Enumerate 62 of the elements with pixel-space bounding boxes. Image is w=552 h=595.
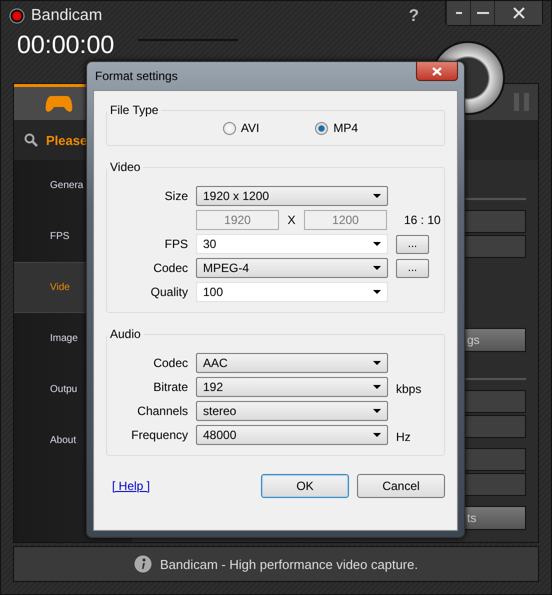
status-text: Bandicam - High performance video capture. (160, 556, 418, 572)
close-icon (432, 66, 442, 76)
dropdown-arrow-icon (373, 433, 381, 437)
dropdown-arrow-icon (373, 361, 381, 365)
info-icon (134, 555, 152, 573)
dropdown[interactable]: 48000 (196, 425, 388, 445)
group-title: File Type (109, 103, 160, 117)
mini-mode-button[interactable] (446, 1, 470, 25)
field-label: Channels (136, 404, 188, 418)
dropdown-arrow-icon (373, 409, 381, 413)
ok-button[interactable]: OK (261, 474, 349, 498)
close-icon (512, 7, 524, 19)
more-button[interactable]: ... (396, 234, 429, 254)
sidebar-item[interactable]: Outpu (50, 384, 78, 395)
field-label: Frequency (130, 428, 188, 442)
cancel-button[interactable]: Cancel (357, 474, 445, 498)
dropdown-arrow-icon (373, 385, 381, 389)
field-label: Quality (150, 285, 188, 299)
dropdown-arrow-icon (373, 266, 381, 270)
group-title: Video (109, 160, 142, 174)
gamepad-icon (45, 94, 73, 112)
help-button[interactable]: ? (408, 6, 419, 26)
dropdown-arrow-icon (373, 194, 381, 198)
sidebar-item[interactable]: FPS (50, 231, 70, 242)
dropdown[interactable]: AAC (196, 353, 388, 373)
field-label: Codec (152, 356, 188, 370)
window-title: Bandicam (31, 7, 102, 25)
radio-option[interactable]: MP4 (315, 121, 358, 135)
unit-label: Hz (396, 430, 411, 444)
dialog-title: Format settings (95, 69, 178, 83)
dash-icon (456, 11, 462, 15)
field-label: Size (164, 189, 188, 203)
field-label: FPS (164, 237, 188, 251)
dropdown[interactable]: 192 (196, 377, 388, 397)
dimension-separator: X (286, 213, 296, 227)
sidebar-item[interactable]: Image (50, 333, 78, 344)
search-text: Please (46, 132, 88, 148)
sidebar-item[interactable]: Genera (50, 180, 84, 191)
help-link[interactable]: [ Help ] (112, 479, 150, 493)
timer: 00:00:00 (17, 31, 114, 59)
close-button[interactable] (494, 1, 542, 25)
group-title: Audio (109, 327, 142, 341)
combo-box[interactable]: 100 (196, 282, 388, 302)
close-button[interactable] (416, 62, 458, 81)
combo-box[interactable]: 30 (196, 234, 388, 254)
unit-label: kbps (396, 382, 422, 396)
search-icon[interactable] (24, 133, 38, 147)
dropdown[interactable]: MPEG-4 (196, 258, 388, 278)
aspect-ratio-label: 16 : 10 (404, 213, 442, 227)
dropdown-arrow-icon (373, 290, 381, 294)
dropdown[interactable]: stereo (196, 401, 388, 421)
radio-option[interactable]: AVI (222, 121, 260, 135)
sidebar-item[interactable]: Vide (50, 282, 70, 293)
more-button[interactable]: ... (396, 258, 429, 278)
record-dot-icon (9, 8, 25, 24)
field-label: Codec (152, 261, 188, 275)
minimize-button[interactable] (470, 1, 494, 25)
sidebar-item[interactable]: About (50, 435, 76, 446)
dropdown[interactable]: 1920 x 1200 (196, 186, 388, 206)
field-label: Bitrate (152, 380, 188, 394)
dropdown-arrow-icon (373, 242, 381, 246)
minimize-icon (476, 11, 488, 15)
